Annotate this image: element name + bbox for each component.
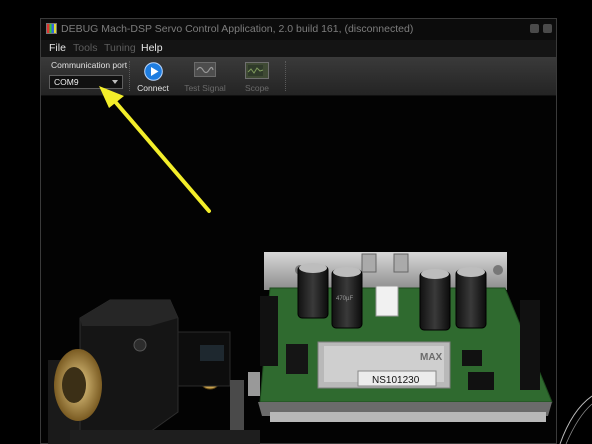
servo-drive-board-image: 470µF MAX NS101230 xyxy=(248,252,592,444)
capacitor-label: 470µF xyxy=(336,296,353,302)
servo-motor-image xyxy=(48,299,260,444)
annotation-arrow xyxy=(99,86,211,213)
board-serial-label: NS101230 xyxy=(372,375,420,386)
chip-label: MAX xyxy=(420,352,443,363)
product-photo: 470µF MAX NS101230 xyxy=(48,86,592,444)
